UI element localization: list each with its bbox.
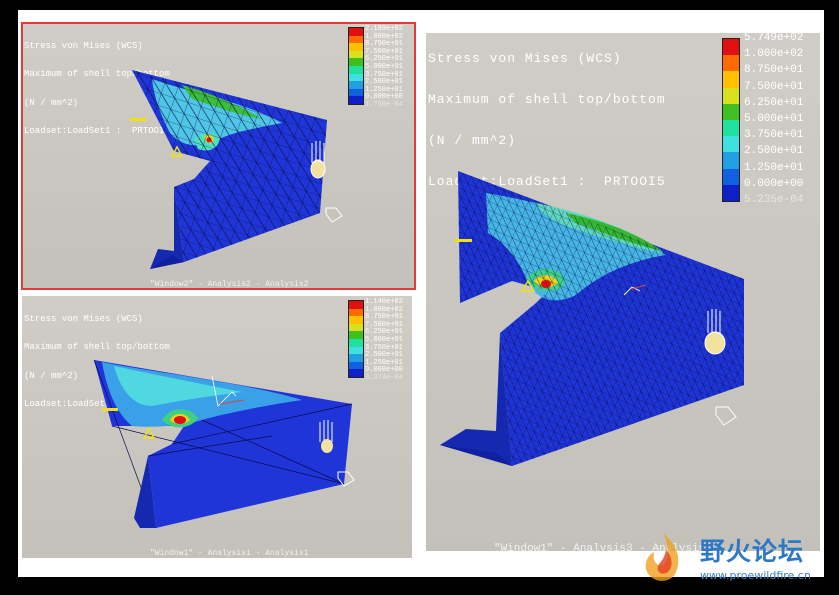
- legend-label: 5.000e+01: [744, 113, 804, 125]
- viewport-1[interactable]: Stress von Mises (WCS) Maximum of shell …: [21, 22, 416, 290]
- window-footer: "Window2" - Analysis2 - Analysis2: [150, 280, 309, 289]
- site-watermark: 野火论坛 www.proewildfire.cn: [630, 528, 834, 590]
- watermark-url: www.proewildfire.cn: [700, 569, 811, 582]
- legend-bar: [348, 300, 364, 378]
- legend-label: 0.000e+00: [744, 177, 804, 190]
- watermark-title: 野火论坛: [700, 537, 805, 566]
- legend-label: 2.500e+01: [744, 145, 804, 158]
- legend-label: 1.750e-04: [365, 101, 403, 109]
- legend-label: 6.250e+01: [744, 96, 804, 109]
- legend-label: 3.374e-04: [365, 374, 403, 382]
- legend-bar: [348, 27, 364, 105]
- stress-plot: [440, 171, 744, 466]
- window-footer: "Window1" - Analysis1 - Analysis1: [150, 549, 309, 558]
- legend-bar: [722, 38, 740, 202]
- viewport-3[interactable]: Stress von Mises (WCS) Maximum of shell …: [426, 33, 820, 551]
- legend-label: 7.500e+01: [744, 80, 804, 93]
- legend-label: 1.250e+01: [744, 161, 804, 174]
- legend-label: 8.750e+01: [744, 64, 804, 77]
- legend-label: 5.749e+02: [744, 33, 804, 44]
- viewport-2[interactable]: Stress von Mises (WCS) Maximum of shell …: [22, 296, 412, 558]
- legend-label: 3.750e+01: [744, 129, 804, 142]
- legend-label: 1.000e+02: [744, 48, 804, 61]
- legend-label: 5.235e-04: [744, 194, 804, 206]
- flame-logo-icon: [645, 534, 679, 581]
